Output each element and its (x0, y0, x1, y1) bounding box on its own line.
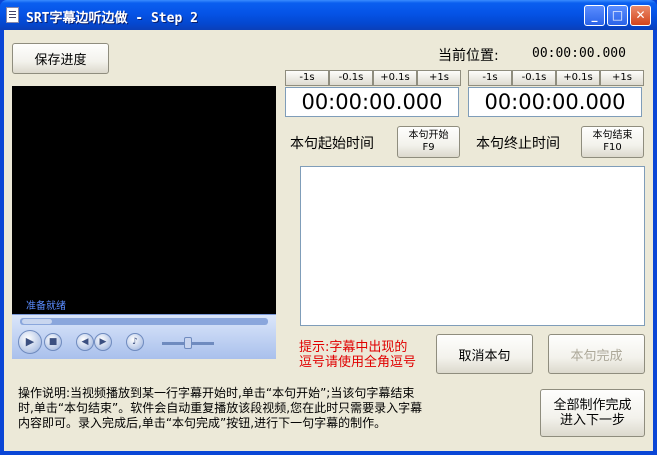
hint-text: 提示:字幕中出现的 逗号请使用全角逗号 (299, 340, 439, 370)
title-bar[interactable]: SRT字幕边听边做 - Step 2 _ □ ✕ (0, 0, 657, 30)
start-step-plus-0-1s[interactable]: +0.1s (373, 70, 417, 86)
window-title: SRT字幕边听边做 - Step 2 (26, 11, 198, 26)
current-position-value: 00:00:00.000 (532, 46, 626, 61)
sentence-start-key: F9 (422, 142, 435, 153)
start-step-minus-0-1s[interactable]: -0.1s (329, 70, 373, 86)
start-time-field[interactable]: 00:00:00.000 (285, 87, 459, 117)
seek-thumb[interactable] (22, 319, 52, 324)
sentence-start-label: 本句开始 (408, 130, 449, 141)
end-time-label: 本句终止时间 (476, 136, 560, 152)
close-button[interactable]: ✕ (630, 5, 651, 26)
help-line-3: 内容即可。录入完成后,单击“本句完成”按钮,进行下一句字幕的制作。 (18, 416, 387, 430)
help-line-1: 操作说明:当视频播放到某一行字幕开始时,单击“本句开始”;当该句字幕结束 (18, 386, 415, 400)
cancel-sentence-button[interactable]: 取消本句 (436, 334, 533, 374)
video-display[interactable]: 准备就绪 (12, 86, 276, 314)
start-step-minus-1s[interactable]: -1s (285, 70, 329, 86)
next-step-label: 进入下一步 (559, 413, 625, 428)
finish-all-button[interactable]: 全部制作完成 进入下一步 (540, 389, 645, 437)
hint-line-1: 提示:字幕中出现的 (299, 340, 408, 355)
sentence-end-label: 本句结束 (592, 130, 633, 141)
end-step-row: -1s -0.1s +0.1s +1s (468, 70, 644, 86)
player-controls: ▶ ■ ◀ ▶ ♪ (12, 314, 276, 359)
end-step-minus-0-1s[interactable]: -0.1s (512, 70, 556, 86)
help-text: 操作说明:当视频播放到某一行字幕开始时,单击“本句开始”;当该句字幕结束 时,单… (18, 386, 534, 431)
start-time-label: 本句起始时间 (290, 136, 374, 152)
client-area: 保存进度 当前位置: 00:00:00.000 -1s -0.1s +0.1s … (4, 30, 653, 451)
save-progress-button[interactable]: 保存进度 (12, 43, 109, 74)
sentence-end-key: F10 (603, 142, 622, 153)
player-status: 准备就绪 (26, 301, 66, 312)
volume-icon[interactable]: ♪ (126, 333, 144, 351)
sentence-start-button[interactable]: 本句开始 F9 (397, 126, 460, 158)
sentence-end-button[interactable]: 本句结束 F10 (581, 126, 644, 158)
app-window: SRT字幕边听边做 - Step 2 _ □ ✕ 保存进度 当前位置: 00:0… (0, 0, 657, 455)
start-step-row: -1s -0.1s +0.1s +1s (285, 70, 461, 86)
volume-thumb[interactable] (184, 337, 192, 349)
play-icon[interactable]: ▶ (18, 330, 42, 354)
document-icon (6, 7, 19, 23)
hint-line-2: 逗号请使用全角逗号 (299, 355, 417, 370)
stop-icon[interactable]: ■ (44, 333, 62, 351)
current-position-label: 当前位置: (438, 48, 499, 64)
end-step-minus-1s[interactable]: -1s (468, 70, 512, 86)
maximize-button[interactable]: □ (607, 5, 628, 26)
help-line-2: 时,单击“本句结束”。软件会自动重复播放该段视频,您在此时只需要录入字幕 (18, 401, 423, 415)
next-icon[interactable]: ▶ (94, 333, 112, 351)
subtitle-text-input[interactable] (300, 166, 645, 326)
end-time-field[interactable]: 00:00:00.000 (468, 87, 642, 117)
end-step-plus-1s[interactable]: +1s (600, 70, 644, 86)
sentence-done-button[interactable]: 本句完成 (548, 334, 645, 374)
seek-bar[interactable] (20, 318, 268, 325)
finish-all-label: 全部制作完成 (553, 398, 632, 413)
previous-icon[interactable]: ◀ (76, 333, 94, 351)
minimize-button[interactable]: _ (584, 5, 605, 26)
start-step-plus-1s[interactable]: +1s (417, 70, 461, 86)
end-step-plus-0-1s[interactable]: +0.1s (556, 70, 600, 86)
